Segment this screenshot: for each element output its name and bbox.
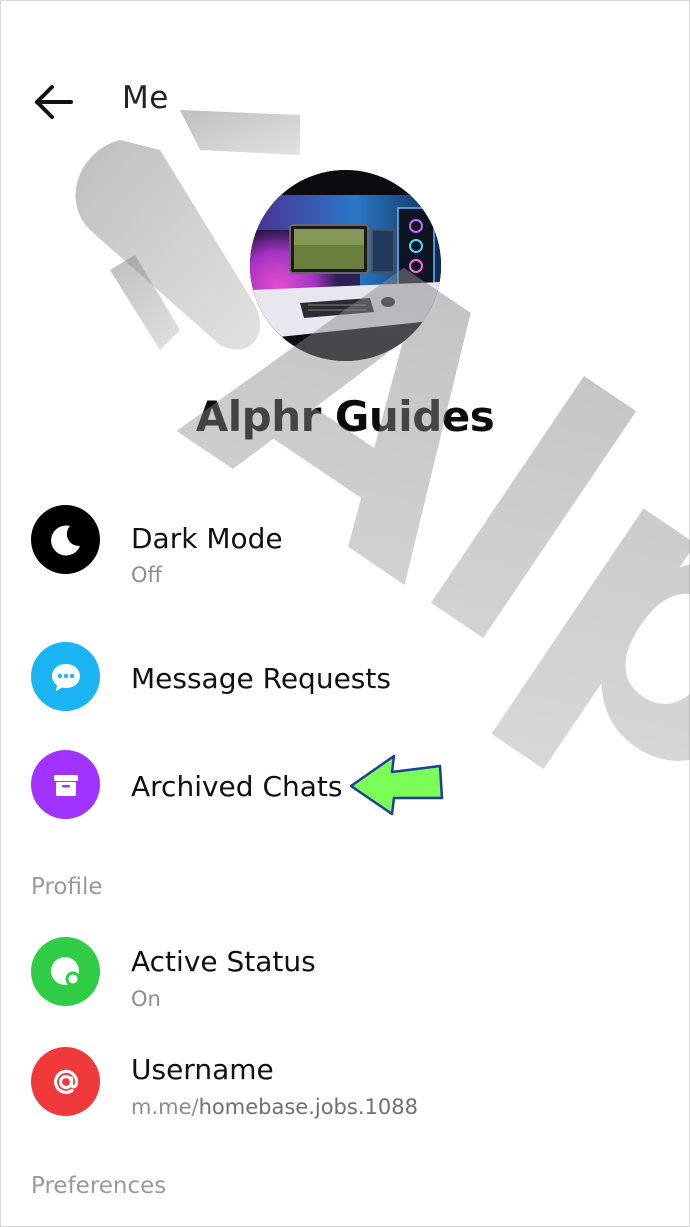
dark-mode-label: Dark Mode bbox=[131, 522, 283, 555]
dark-mode-icon-circle bbox=[31, 505, 100, 574]
username-handle: homebase.jobs.1088 bbox=[198, 1095, 418, 1119]
active-status-value: On bbox=[131, 987, 161, 1011]
profile-avatar[interactable] bbox=[250, 170, 441, 361]
desk-setup-photo bbox=[250, 170, 441, 361]
username-label: Username bbox=[131, 1053, 274, 1086]
active-dot-icon bbox=[50, 956, 80, 986]
section-label-preferences: Preferences bbox=[31, 1173, 167, 1199]
archived-chats-label: Archived Chats bbox=[131, 770, 343, 803]
active-status-label: Active Status bbox=[131, 945, 316, 978]
archive-box-icon bbox=[53, 774, 78, 796]
dark-mode-row[interactable]: Dark Mode Off bbox=[0, 505, 690, 587]
header: Me bbox=[0, 60, 690, 140]
page-title: Me bbox=[122, 80, 169, 116]
archived-chats-row[interactable]: Archived Chats bbox=[0, 750, 690, 830]
username-value: m.me/homebase.jobs.1088 bbox=[131, 1095, 418, 1119]
archived-chats-icon-circle bbox=[31, 750, 100, 819]
message-requests-row[interactable]: Message Requests bbox=[0, 642, 690, 722]
section-label-profile: Profile bbox=[31, 874, 103, 900]
back-button[interactable] bbox=[30, 78, 78, 126]
username-prefix: m.me/ bbox=[131, 1095, 199, 1119]
username-icon-circle bbox=[31, 1047, 100, 1116]
active-status-icon-circle bbox=[31, 937, 100, 1006]
chat-bubble-icon bbox=[51, 663, 80, 691]
dark-mode-value: Off bbox=[131, 563, 162, 587]
arrow-left-icon bbox=[35, 85, 73, 119]
message-requests-label: Message Requests bbox=[131, 662, 391, 695]
profile-name: Alphr Guides bbox=[195, 392, 495, 441]
username-row[interactable]: Username m.me/homebase.jobs.1088 bbox=[0, 1047, 690, 1127]
at-sign-icon bbox=[53, 1069, 78, 1094]
moon-icon bbox=[50, 524, 80, 555]
message-requests-icon-circle bbox=[31, 642, 100, 711]
active-status-row[interactable]: Active Status On bbox=[0, 937, 690, 1017]
